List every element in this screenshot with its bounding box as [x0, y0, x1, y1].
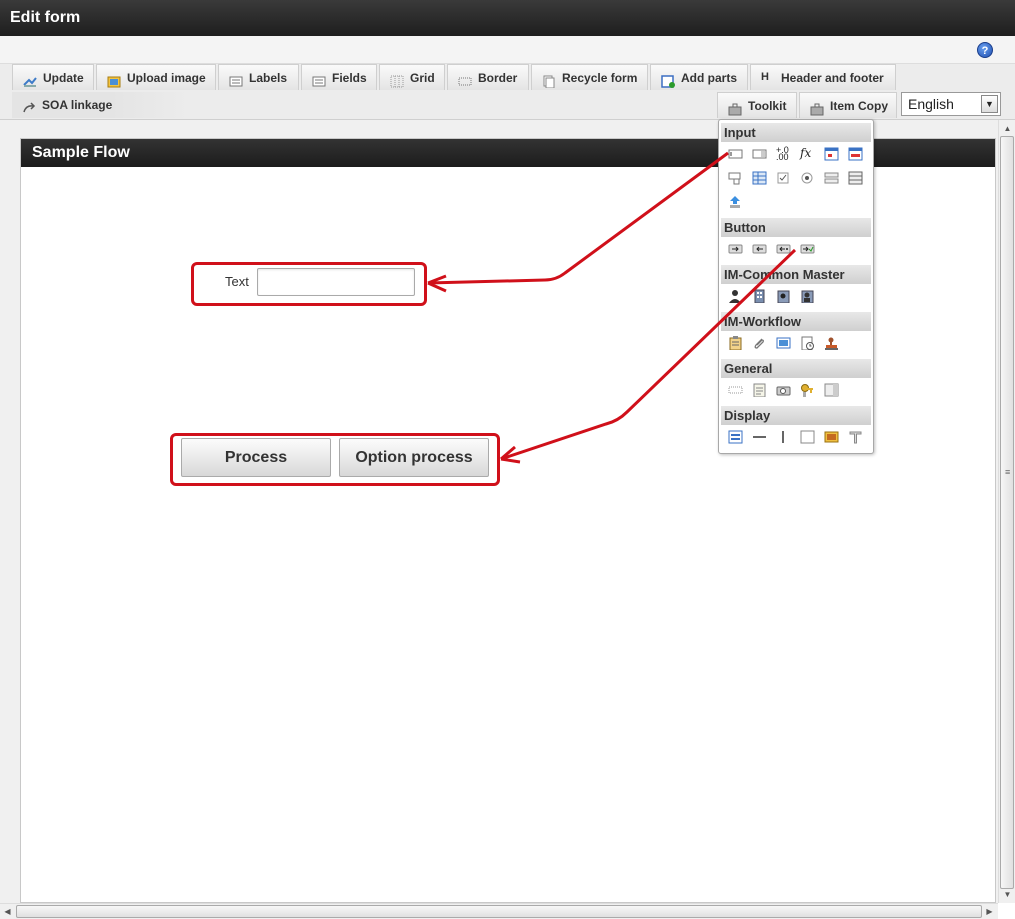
buttons-highlight: [170, 433, 500, 486]
company-icon[interactable]: [752, 289, 767, 303]
tab-header-footer[interactable]: H Header and footer: [750, 64, 896, 90]
option-back-icon[interactable]: [776, 242, 791, 256]
help-bar: ?: [0, 36, 1015, 64]
tab-grid-label: Grid: [410, 71, 435, 85]
textbox-icon[interactable]: [728, 147, 743, 161]
toolkit-panel: Input Button IM-Common Master IM-Workflo…: [718, 119, 874, 454]
attachment-icon[interactable]: [752, 336, 767, 350]
tab-fields[interactable]: Fields: [301, 64, 377, 90]
list-icon[interactable]: [824, 171, 839, 185]
tab-labels-label: Labels: [249, 71, 288, 85]
user-icon[interactable]: [728, 289, 743, 303]
hidden-field-icon[interactable]: [728, 383, 743, 397]
tab-recycle-form-label: Recycle form: [562, 71, 638, 85]
update-icon: [23, 71, 37, 87]
toolkit-section-general: General: [721, 359, 871, 378]
toolbox-icon: [728, 99, 742, 116]
text-field-highlight: [191, 262, 427, 306]
horizontal-scroll-thumb[interactable]: [16, 905, 982, 918]
date-range-icon[interactable]: [848, 147, 863, 161]
scroll-up-icon[interactable]: ▲: [1000, 121, 1015, 136]
toolkit-section-input: Input: [721, 123, 871, 142]
tab-recycle-form[interactable]: Recycle form: [531, 64, 648, 90]
tab-upload-image-label: Upload image: [127, 71, 206, 85]
key-icon[interactable]: [800, 383, 815, 397]
tab-labels[interactable]: Labels: [218, 64, 299, 90]
grid-select-icon[interactable]: [752, 171, 767, 185]
tab-soa-linkage-label: SOA linkage: [42, 98, 113, 112]
tab-header-footer-label: Header and footer: [781, 71, 884, 85]
box-icon[interactable]: [800, 430, 815, 444]
number-icon[interactable]: +.0.00: [776, 146, 791, 162]
vertical-scroll-thumb[interactable]: ≡: [1000, 136, 1014, 889]
tab-border[interactable]: Border: [447, 64, 529, 90]
toolbar: Update Upload image Labels Fields Grid B…: [0, 64, 1015, 120]
tab-border-label: Border: [478, 71, 518, 85]
toolkit-section-common-master: IM-Common Master: [721, 265, 871, 284]
grid-icon: [390, 71, 404, 88]
help-icon[interactable]: ?: [977, 42, 993, 58]
toolkit-section-workflow: IM-Workflow: [721, 312, 871, 331]
radio-icon[interactable]: [800, 171, 815, 185]
organization-icon[interactable]: [776, 289, 791, 303]
image-icon[interactable]: [776, 336, 791, 350]
scroll-right-icon[interactable]: ▶: [982, 904, 997, 919]
file-upload-icon[interactable]: [728, 195, 743, 209]
horizontal-line-icon[interactable]: [752, 430, 767, 444]
scroll-down-icon[interactable]: ▼: [1000, 887, 1015, 902]
fields-icon: [312, 71, 326, 87]
header-footer-icon: H: [761, 71, 769, 83]
tab-add-parts-label: Add parts: [681, 71, 738, 85]
label-icon[interactable]: [728, 430, 743, 444]
stamp-icon[interactable]: [824, 336, 839, 350]
language-value: English: [908, 96, 954, 112]
clipboard-icon[interactable]: [728, 336, 743, 350]
tab-upload-image[interactable]: Upload image: [96, 64, 216, 90]
recycle-form-icon: [542, 71, 556, 89]
horizontal-scrollbar[interactable]: ◀ ▶: [0, 903, 998, 919]
tab-item-copy-label: Item Copy: [830, 99, 889, 113]
upload-image-icon: [107, 71, 121, 88]
checkbox-icon[interactable]: [776, 171, 791, 185]
add-parts-icon: [661, 71, 675, 88]
toolkit-section-display: Display: [721, 406, 871, 425]
tab-toolkit-label: Toolkit: [748, 99, 787, 113]
document-icon[interactable]: [752, 383, 767, 397]
history-icon[interactable]: [800, 336, 815, 350]
language-select[interactable]: English ▼: [901, 92, 1001, 116]
toolkit-section-button: Button: [721, 218, 871, 237]
picture-icon[interactable]: [824, 430, 839, 444]
panel-icon[interactable]: [824, 383, 839, 397]
select-icon[interactable]: [728, 171, 743, 185]
back-button-icon[interactable]: [752, 242, 767, 256]
text-icon[interactable]: [848, 430, 863, 444]
next-button-icon[interactable]: [728, 242, 743, 256]
role-icon[interactable]: [800, 289, 815, 303]
window-title: Edit form: [0, 0, 1015, 36]
vertical-scrollbar[interactable]: ▲ ≡ ▼: [998, 120, 1015, 903]
textbox-lookup-icon[interactable]: [752, 147, 767, 161]
border-icon: [458, 71, 472, 86]
chevron-down-icon[interactable]: ▼: [981, 95, 998, 113]
soa-linkage-icon: [22, 98, 36, 113]
grip-icon: ≡: [1005, 467, 1011, 477]
tab-toolkit[interactable]: Toolkit: [717, 92, 797, 118]
vertical-line-icon[interactable]: [776, 430, 791, 444]
tab-item-copy[interactable]: Item Copy: [799, 92, 897, 118]
date-icon[interactable]: [824, 147, 839, 161]
tab-add-parts[interactable]: Add parts: [650, 64, 748, 90]
formula-icon[interactable]: fx: [800, 146, 815, 160]
camera-icon[interactable]: [776, 383, 791, 397]
tab-grid[interactable]: Grid: [379, 64, 445, 90]
table-icon[interactable]: [848, 171, 863, 185]
tab-soa-linkage[interactable]: SOA linkage: [12, 92, 189, 118]
item-copy-icon: [810, 99, 824, 116]
tab-update-label: Update: [43, 71, 84, 85]
option-next-icon[interactable]: [800, 242, 815, 256]
tab-fields-label: Fields: [332, 71, 367, 85]
scroll-left-icon[interactable]: ◀: [0, 904, 15, 919]
labels-icon: [229, 71, 243, 87]
tab-update[interactable]: Update: [12, 64, 94, 90]
